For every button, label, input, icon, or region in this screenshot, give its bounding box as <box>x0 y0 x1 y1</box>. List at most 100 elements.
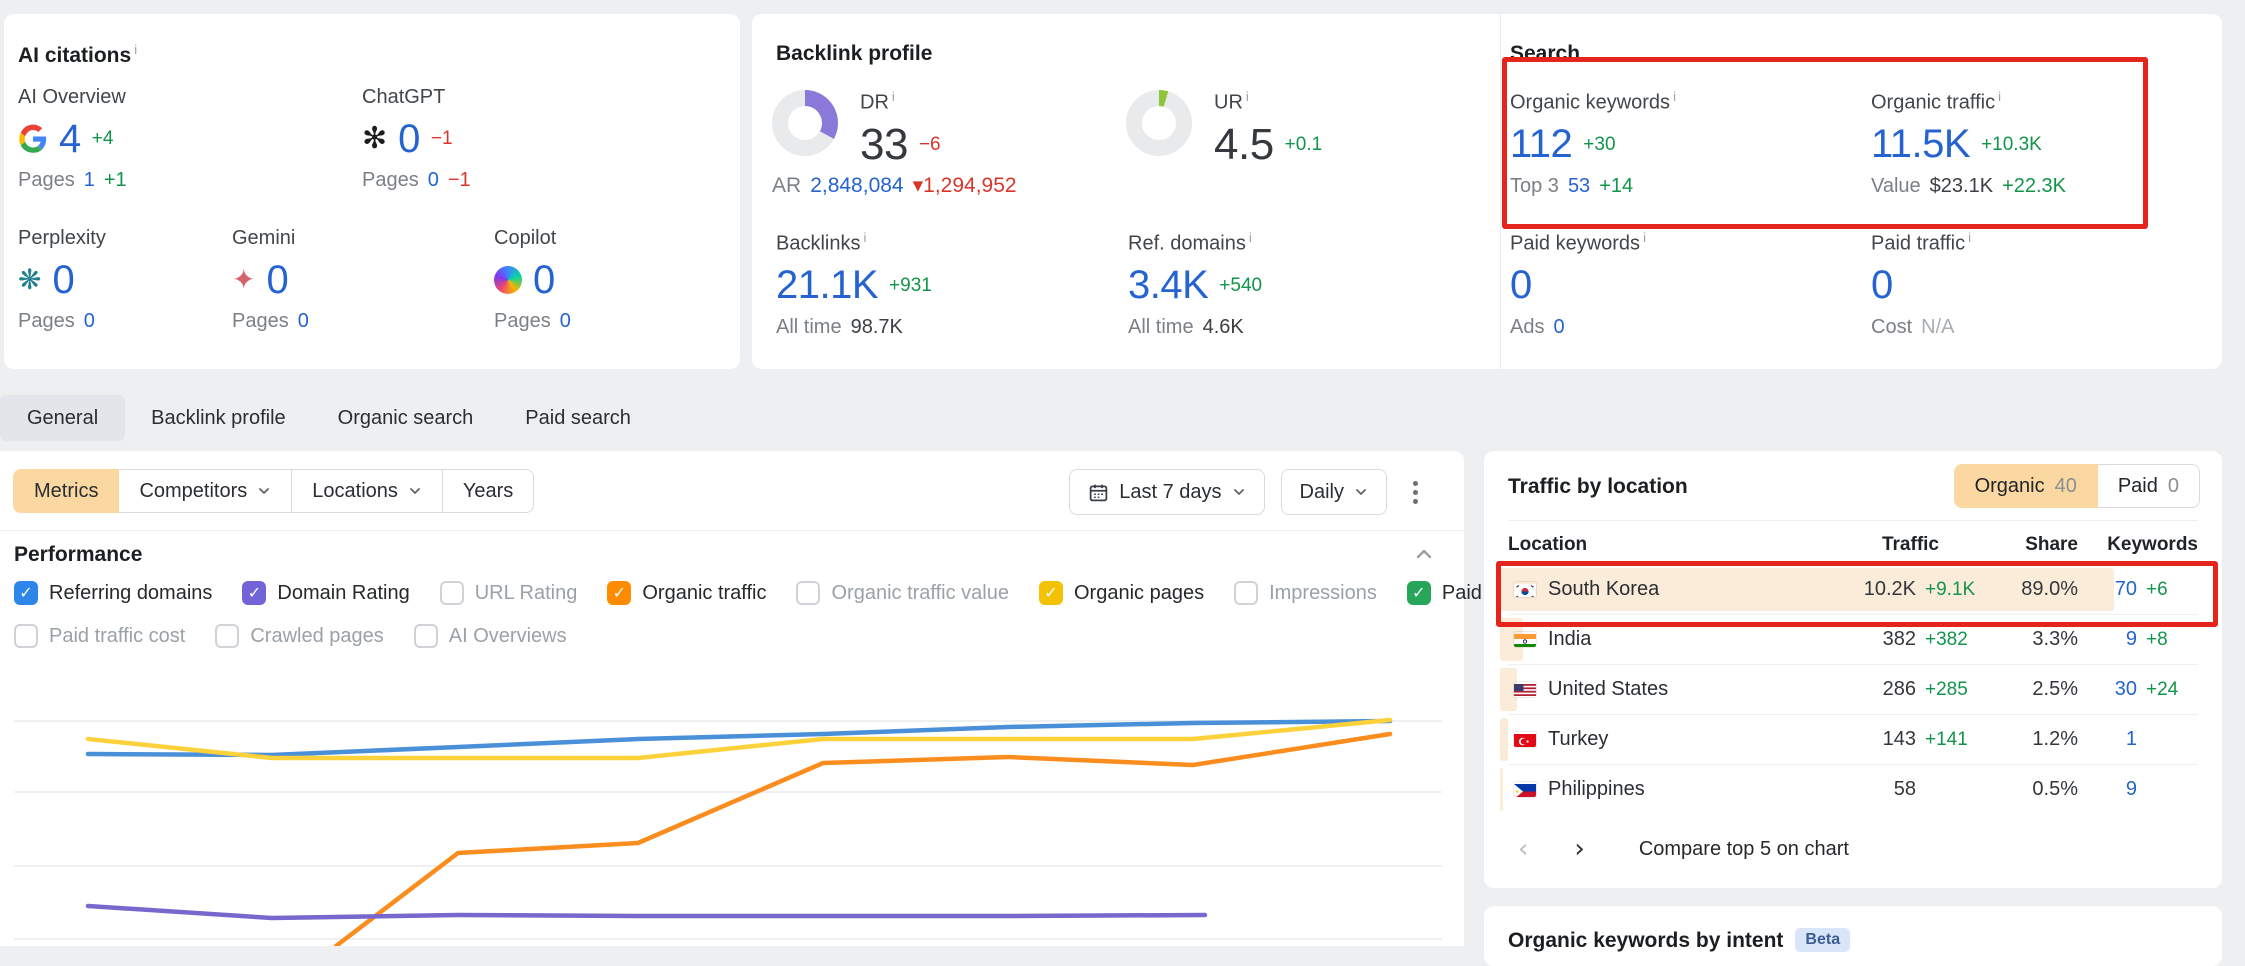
provider-pages-value[interactable]: 0 <box>560 308 571 334</box>
keywords-value[interactable]: 30 <box>2115 678 2137 701</box>
backlinks-value[interactable]: 21.1K <box>776 263 878 308</box>
tab-paid-search[interactable]: Paid search <box>499 395 657 441</box>
copilot-icon <box>494 266 522 294</box>
ur-change: +0.1 <box>1285 134 1323 156</box>
compare-top5-link[interactable]: Compare top 5 on chart <box>1639 838 1849 861</box>
checkbox-domain-rating[interactable]: ✓Domain Rating <box>242 581 409 605</box>
provider-pages-value[interactable]: 1 <box>84 167 95 193</box>
location-row-philippines[interactable]: Philippines580.5%9 <box>1508 764 2198 814</box>
organic-traffic-value[interactable]: 11.5K <box>1871 122 1970 167</box>
next-page-button[interactable]: › <box>1564 834 1594 864</box>
keywords-value[interactable]: 70 <box>2115 578 2137 601</box>
organic-traffic-stat: Organic traffici 11.5K +10.3K Value $23.… <box>1871 84 2066 199</box>
info-icon[interactable]: i <box>1246 89 1249 104</box>
share-value: 1.2% <box>1983 728 2078 751</box>
checkbox-impressions[interactable]: Impressions <box>1234 581 1377 605</box>
provider-value[interactable]: 4 <box>59 117 81 162</box>
ur-stat: URi 4.5 +0.1 <box>1214 84 1322 169</box>
organic-keywords-value[interactable]: 112 <box>1510 122 1572 167</box>
ar-value[interactable]: 2,848,084 <box>810 173 903 199</box>
tab-backlink-profile[interactable]: Backlink profile <box>125 395 312 441</box>
toggle-organic[interactable]: Organic40 <box>1954 464 2098 508</box>
info-icon[interactable]: i <box>134 42 137 57</box>
paid-keywords-value[interactable]: 0 <box>1510 263 1532 308</box>
more-options-button[interactable] <box>1403 471 1428 514</box>
info-icon[interactable]: i <box>1968 230 1971 245</box>
metric-checkbox-row-1: ✓Referring domains ✓Domain Rating URL Rati… <box>14 578 1536 608</box>
checkbox-unchecked-icon <box>215 624 239 648</box>
info-icon[interactable]: i <box>1998 89 2001 104</box>
checkbox-label: Referring domains <box>49 582 212 605</box>
checkbox-crawled-pages[interactable]: Crawled pages <box>215 624 383 648</box>
tab-general[interactable]: General <box>0 395 125 441</box>
keywords-value[interactable]: 9 <box>2126 778 2137 801</box>
ai-provider-copilot: Copilot0Pages0 <box>494 225 571 334</box>
checkbox-organic-pages[interactable]: ✓Organic pages <box>1039 581 1204 605</box>
keywords-value[interactable]: 1 <box>2126 728 2137 751</box>
granularity-button[interactable]: Daily <box>1281 469 1387 515</box>
location-row-turkey[interactable]: Turkey143+1411.2%1 <box>1508 714 2198 764</box>
ads-value[interactable]: 0 <box>1553 314 1564 340</box>
checkbox-organic-traffic-value[interactable]: Organic traffic value <box>796 581 1009 605</box>
ai-citations-title: AI citationsi <box>18 42 137 68</box>
backlinks-change: +931 <box>889 275 932 297</box>
provider-label: Copilot <box>494 225 571 251</box>
locations-segment[interactable]: Locations <box>291 469 443 513</box>
checkbox-referring-domains[interactable]: ✓Referring domains <box>14 581 212 605</box>
provider-value[interactable]: 0 <box>266 258 288 303</box>
provider-pages-value[interactable]: 0 <box>84 308 95 334</box>
metrics-segment[interactable]: Metrics <box>13 469 119 513</box>
checkbox-unchecked-icon <box>440 581 464 605</box>
ur-donut-chart <box>1126 90 1192 156</box>
traffic-by-location-title: Traffic by location <box>1508 475 1688 499</box>
tab-organic-search[interactable]: Organic search <box>312 395 500 441</box>
traffic-change: +9.1K <box>1925 579 1983 601</box>
provider-value[interactable]: 0 <box>52 258 74 303</box>
checkbox-ai-overviews[interactable]: AI Overviews <box>414 624 567 648</box>
checkbox-unchecked-icon <box>14 624 38 648</box>
keywords-by-intent-card: Organic keywords by intentBeta <box>1484 906 2222 966</box>
checkbox-unchecked-icon <box>1234 581 1258 605</box>
location-row-united-states[interactable]: United States286+2852.5%30+24 <box>1508 664 2198 714</box>
keywords-value[interactable]: 9 <box>2126 628 2137 651</box>
location-name[interactable]: India <box>1548 628 1591 651</box>
provider-value[interactable]: 0 <box>398 117 420 162</box>
info-icon[interactable]: i <box>1249 230 1252 245</box>
location-name[interactable]: Philippines <box>1548 778 1645 801</box>
checkbox-url-rating[interactable]: URL Rating <box>440 581 578 605</box>
checkbox-paid-traffic-cost[interactable]: Paid traffic cost <box>14 624 185 648</box>
ai-provider-gemini: Gemini✦0Pages0 <box>232 225 309 334</box>
top3-value[interactable]: 53 <box>1568 173 1590 199</box>
location-row-south-korea[interactable]: South Korea10.2K+9.1K89.0%70+6 <box>1508 564 2198 614</box>
organic-traffic-change: +10.3K <box>1981 134 2042 156</box>
provider-value[interactable]: 0 <box>533 258 555 303</box>
years-segment[interactable]: Years <box>442 469 534 513</box>
provider-pages-value[interactable]: 0 <box>298 308 309 334</box>
location-name[interactable]: United States <box>1548 678 1668 701</box>
info-icon[interactable]: i <box>1673 89 1676 104</box>
chevron-up-icon <box>1414 548 1434 565</box>
prev-page-button[interactable]: ‹ <box>1508 834 1538 864</box>
traffic-value: 10.2K <box>1864 578 1916 601</box>
checkbox-organic-traffic[interactable]: ✓Organic traffic <box>607 581 766 605</box>
traffic-value-usd: $23.1K <box>1930 173 1993 199</box>
provider-pages-change: +1 <box>104 167 127 193</box>
provider-label: ChatGPT <box>362 84 471 110</box>
ref-domains-value[interactable]: 3.4K <box>1128 263 1208 308</box>
location-name[interactable]: Turkey <box>1548 728 1608 751</box>
location-name[interactable]: South Korea <box>1548 578 1659 601</box>
date-range-button[interactable]: Last 7 days <box>1069 469 1264 515</box>
share-value: 0.5% <box>1983 778 2078 801</box>
collapse-section-button[interactable] <box>1414 547 1434 566</box>
competitors-segment[interactable]: Competitors <box>118 469 292 513</box>
toggle-paid[interactable]: Paid0 <box>2098 464 2200 508</box>
paid-traffic-value[interactable]: 0 <box>1871 263 1893 308</box>
info-icon[interactable]: i <box>1643 230 1646 245</box>
paid-count: 0 <box>2168 475 2179 498</box>
location-row-india[interactable]: India382+3823.3%9+8 <box>1508 614 2198 664</box>
info-icon[interactable]: i <box>863 230 866 245</box>
provider-pages-value[interactable]: 0 <box>428 167 439 193</box>
info-icon[interactable]: i <box>892 89 895 104</box>
pages-label: Pages <box>18 308 75 334</box>
openai-icon: ✻ <box>362 124 387 154</box>
